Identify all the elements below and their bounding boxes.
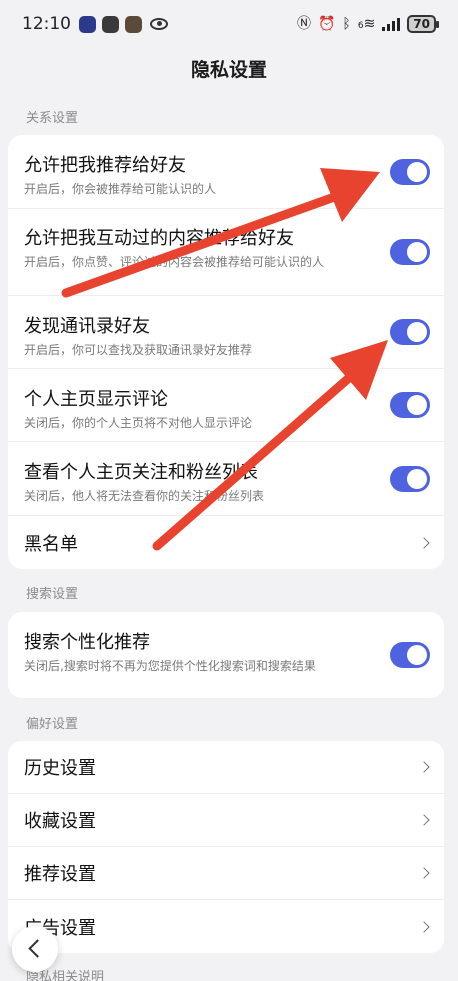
setting-row-recommend-interactions[interactable]: 允许把我互动过的内容推荐给好友 开启后，你点赞、评论过的内容会被推荐给可能认识的… <box>8 209 444 296</box>
battery-icon: 70 <box>407 15 439 33</box>
preferences-card: 历史设置 收藏设置 推荐设置 广告设置 <box>8 741 444 953</box>
row-title: 搜索个性化推荐 <box>24 632 150 653</box>
recommend-interactions-toggle[interactable] <box>390 239 430 265</box>
section-label-preferences: 偏好设置 <box>26 717 79 732</box>
row-title: 发现通讯录好友 <box>24 316 150 337</box>
status-bar: 12:10 Ⓝ ⏰ ᛒ 6≋ 70 <box>0 0 458 48</box>
setting-row-search-personalized[interactable]: 搜索个性化推荐 关闭后,搜索时将不再为您提供个性化搜索词和搜索结果 <box>8 612 444 698</box>
search-personalized-toggle[interactable] <box>390 642 430 668</box>
chevron-right-icon <box>418 536 430 549</box>
row-title: 收藏设置 <box>24 811 96 832</box>
page-title: 隐私设置 <box>190 59 267 81</box>
network-label: 6 <box>357 21 364 31</box>
follow-list-toggle[interactable] <box>390 465 430 492</box>
history-settings-row[interactable]: 历史设置 <box>8 741 444 794</box>
battery-level: 70 <box>413 17 430 31</box>
search-card: 搜索个性化推荐 关闭后,搜索时将不再为您提供个性化搜索词和搜索结果 <box>8 612 444 698</box>
notification-icons <box>79 15 168 33</box>
section-label-relations: 关系设置 <box>26 111 79 126</box>
setting-row-follow-list[interactable]: 查看个人主页关注和粉丝列表 关闭后，他人将无法查看你的关注和粉丝列表 <box>8 442 444 516</box>
setting-row-show-comments[interactable]: 个人主页显示评论 关闭后，你的个人主页将不对他人显示评论 <box>8 369 444 442</box>
signal-icon <box>382 17 401 31</box>
app-notification-icon <box>102 15 119 33</box>
back-button[interactable] <box>12 926 58 972</box>
row-subtitle: 开启后，你点赞、评论过的内容会被推荐给可能认识的人 <box>24 255 325 269</box>
app-notification-icon <box>125 15 142 33</box>
chevron-right-icon <box>418 920 430 933</box>
nfc-icon: Ⓝ <box>296 16 311 32</box>
status-time: 12:10 <box>22 14 71 34</box>
row-subtitle: 关闭后，他人将无法查看你的关注和粉丝列表 <box>24 489 265 503</box>
section-label-search: 搜索设置 <box>26 587 79 602</box>
recommend-settings-row[interactable]: 推荐设置 <box>8 847 444 900</box>
favorites-settings-row[interactable]: 收藏设置 <box>8 794 444 847</box>
relations-card: 允许把我推荐给好友 开启后，你会被推荐给可能认识的人 允许把我互动过的内容推荐给… <box>8 135 444 569</box>
chevron-right-icon <box>418 867 430 879</box>
setting-row-contacts[interactable]: 发现通讯录好友 开启后，你可以查找及获取通讯录好友推荐 <box>8 296 444 369</box>
row-subtitle: 关闭后，你的个人主页将不对他人显示评论 <box>24 416 253 430</box>
ad-settings-row[interactable]: 广告设置 <box>8 900 444 953</box>
wifi-icon: 6≋ <box>357 16 376 32</box>
alarm-icon: ⏰ <box>317 16 336 32</box>
eye-icon <box>150 17 168 30</box>
recommend-me-toggle[interactable] <box>390 158 430 185</box>
chevron-left-icon <box>28 939 47 958</box>
chevron-right-icon <box>418 814 430 826</box>
blacklist-row[interactable]: 黑名单 <box>8 516 444 569</box>
contacts-toggle[interactable] <box>390 319 430 345</box>
setting-row-recommend-me[interactable]: 允许把我推荐给好友 开启后，你会被推荐给可能认识的人 <box>8 135 444 209</box>
row-subtitle: 关闭后,搜索时将不再为您提供个性化搜索词和搜索结果 <box>24 659 316 673</box>
title-bar: 隐私设置 <box>0 52 458 88</box>
row-subtitle: 开启后，你会被推荐给可能认识的人 <box>24 182 217 196</box>
row-title: 查看个人主页关注和粉丝列表 <box>24 462 258 483</box>
row-title: 个人主页显示评论 <box>24 389 168 410</box>
row-title: 允许把我互动过的内容推荐给好友 <box>24 228 294 249</box>
row-title: 历史设置 <box>24 758 96 779</box>
row-title: 推荐设置 <box>24 864 96 885</box>
app-notification-icon <box>79 15 96 33</box>
blacklist-label: 黑名单 <box>24 533 78 555</box>
chevron-right-icon <box>418 761 430 773</box>
bluetooth-icon: ᛒ <box>342 16 351 32</box>
row-subtitle: 开启后，你可以查找及获取通讯录好友推荐 <box>24 343 253 357</box>
status-right: Ⓝ ⏰ ᛒ 6≋ 70 <box>296 15 439 33</box>
show-comments-toggle[interactable] <box>390 392 430 418</box>
row-title: 允许把我推荐给好友 <box>24 155 186 176</box>
